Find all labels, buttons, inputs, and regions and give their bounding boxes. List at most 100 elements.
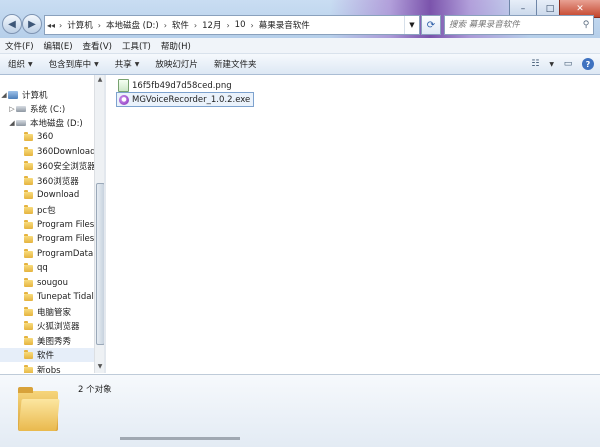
include-in-library-button[interactable]: 包含到库中 ▼ [41,58,107,70]
image-file-icon [118,79,129,92]
nav-folder[interactable]: 360安全浏览器 [0,159,104,173]
back-button[interactable]: ◀ [2,14,22,34]
nav-folder[interactable]: 360浏览器 [0,174,104,188]
breadcrumb-drive-d[interactable]: 本地磁盘 (D:) [103,19,162,31]
folder-icon [24,175,33,185]
folder-icon [24,335,33,345]
nav-folder[interactable]: 新obs [0,363,104,373]
scroll-up-icon[interactable]: ▲ [96,76,104,85]
menu-tools[interactable]: 工具(T) [117,40,156,52]
file-name: MGVoiceRecorder_1.0.2.exe [132,94,251,105]
folder-icon [24,204,33,214]
nav-folder[interactable]: 火狐浏览器 [0,319,104,333]
nav-folder-label: 火狐浏览器 [37,322,80,332]
menu-help[interactable]: 帮助(H) [156,40,196,52]
new-folder-button[interactable]: 新建文件夹 [206,58,265,70]
nav-folder[interactable]: Download [0,188,104,202]
nav-folder[interactable]: pc包 [0,203,104,217]
nav-folder-label: Download [37,190,80,200]
nav-folder-selected[interactable]: 软件 [0,348,104,362]
details-pane: 2 个对象 [0,374,600,447]
breadcrumb-separator[interactable]: › [57,21,64,30]
drive-icon [16,106,26,112]
nav-folder-label: 360 [37,132,54,142]
taskbar-fragment [120,437,240,440]
folder-icon [24,364,33,373]
nav-folder[interactable]: 电脑管家 [0,305,104,319]
scroll-down-icon[interactable]: ▼ [96,363,104,372]
folder-icon [18,387,60,431]
breadcrumb-separator[interactable]: › [248,21,255,30]
address-bar[interactable]: ◂◂ › 计算机 › 本地磁盘 (D:) › 软件 › 12月 › 10 › 幕… [44,15,420,35]
folder-icon [24,306,33,316]
refresh-button[interactable]: ⟳ [421,15,441,35]
search-icon[interactable]: ⚲ [579,20,593,30]
refresh-icon: ⟳ [426,19,436,31]
folder-icon [24,219,33,229]
nav-folder[interactable]: qq [0,261,104,275]
help-icon[interactable]: ? [582,58,594,70]
expand-arrow-icon[interactable]: ◢ [8,119,16,127]
breadcrumb-separator[interactable]: › [96,21,103,30]
nav-drive-d[interactable]: ◢ 本地磁盘 (D:) [0,116,104,130]
nav-folder-label: ProgramData [37,249,94,259]
breadcrumb-computer[interactable]: 计算机 [64,19,96,31]
nav-folder[interactable]: Program Files [0,232,104,246]
share-button[interactable]: 共享 ▼ [107,58,148,70]
menu-file[interactable]: 文件(F) [0,40,39,52]
folder-icon [24,233,33,243]
nav-folder-label: 美图秀秀 [37,337,72,347]
explorer-window: – □ ✕ ◀ ▶ ◂◂ › 计算机 › 本地磁盘 (D:) › 软件 › 12… [0,0,600,447]
expand-arrow-icon[interactable]: ▷ [8,105,16,113]
folder-icon [24,320,33,330]
folder-icon [24,160,33,170]
organize-label: 组织 [8,60,26,70]
navigation-pane: ◢ 计算机 ▷ 系统 (C:) ◢ 本地磁盘 (D:) 360 360Downl… [0,75,104,373]
nav-folder[interactable]: 360Download [0,145,104,159]
search-box[interactable]: ⚲ [444,15,594,35]
slideshow-button[interactable]: 放映幻灯片 [147,58,206,70]
address-root-chevron-icon[interactable]: ◂◂ [45,21,57,30]
nav-folder[interactable]: Tunepat Tidal [0,290,104,304]
nav-folder-label: 360安全浏览器 [37,162,96,172]
forward-button[interactable]: ▶ [22,14,42,34]
view-options-icon[interactable]: ☷ [527,57,543,71]
organize-button[interactable]: 组织 ▼ [0,58,41,70]
nav-drive-d-label: 本地磁盘 (D:) [30,119,83,129]
forward-arrow-icon: ▶ [28,18,36,30]
nav-folder-label: 新obs [37,366,61,373]
breadcrumb-separator[interactable]: › [192,21,199,30]
nav-folder-label: Program Files [37,220,95,230]
breadcrumb-december[interactable]: 12月 [199,19,224,31]
nav-folder-label: pc包 [37,206,56,216]
nav-folder-label: Tunepat Tidal [37,292,94,302]
folder-icon [24,146,33,156]
search-input[interactable] [445,19,579,31]
menu-edit[interactable]: 编辑(E) [39,40,78,52]
menu-view[interactable]: 查看(V) [78,40,117,52]
file-item[interactable]: 16f5fb49d7d58ced.png [116,79,232,92]
dropdown-arrow-icon: ▼ [134,60,140,68]
file-item-selected[interactable]: ● MGVoiceRecorder_1.0.2.exe [116,92,255,107]
nav-drive-c-label: 系统 (C:) [30,105,66,115]
nav-folder-label: Program Files [37,234,95,244]
breadcrumb-current-folder[interactable]: 幕果录音软件 [256,19,313,31]
nav-computer[interactable]: ◢ 计算机 [0,88,104,102]
preview-pane-icon[interactable]: ▭ [560,57,576,71]
nav-folder[interactable]: Program Files [0,218,104,232]
breadcrumb-software[interactable]: 软件 [169,19,192,31]
breadcrumb-10[interactable]: 10 [232,20,249,30]
share-label: 共享 [114,60,132,70]
folder-icon [24,248,33,258]
nav-folder[interactable]: 360 [0,130,104,144]
folder-icon [24,131,33,141]
view-dropdown-icon[interactable]: ▼ [549,61,554,68]
nav-folder[interactable]: ProgramData [0,247,104,261]
breadcrumb-separator[interactable]: › [162,21,169,30]
breadcrumb-separator[interactable]: › [224,21,231,30]
address-dropdown-icon[interactable]: ▼ [404,16,419,34]
nav-folder[interactable]: sougou [0,276,104,290]
nav-folder[interactable]: 美图秀秀 [0,334,104,348]
expand-arrow-icon[interactable]: ◢ [0,91,8,99]
nav-drive-c[interactable]: ▷ 系统 (C:) [0,102,104,116]
